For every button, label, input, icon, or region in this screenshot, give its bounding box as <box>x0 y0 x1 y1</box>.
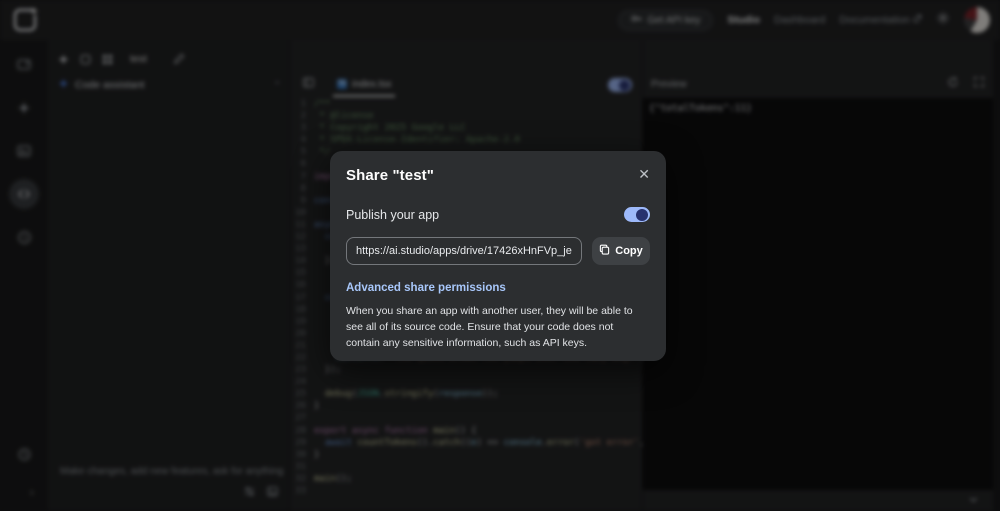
share-dialog: Share "test" ✕ Publish your app Copy Adv… <box>330 151 666 361</box>
publish-toggle-knob <box>636 209 648 221</box>
share-url-input[interactable] <box>346 237 582 265</box>
copy-button[interactable]: Copy <box>592 237 650 265</box>
share-warning-text: When you share an app with another user,… <box>346 304 650 351</box>
share-dialog-title: Share "test" <box>346 167 434 184</box>
copy-icon <box>599 244 610 258</box>
publish-app-label: Publish your app <box>346 208 624 222</box>
close-icon[interactable]: ✕ <box>638 167 650 181</box>
app-window: Get API key Studio Dashboard Documentati… <box>0 0 1000 511</box>
publish-toggle[interactable] <box>624 207 650 222</box>
advanced-share-permissions-link[interactable]: Advanced share permissions <box>346 282 650 294</box>
copy-button-label: Copy <box>615 245 643 257</box>
